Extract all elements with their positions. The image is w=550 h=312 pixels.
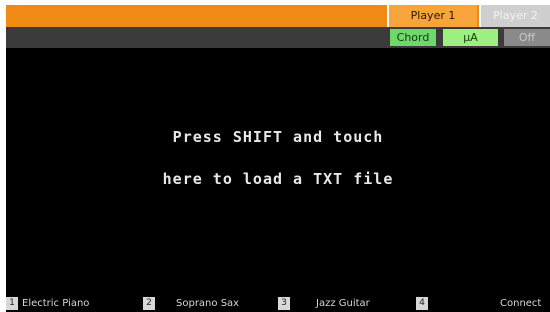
track-name[interactable]: Soprano Sax <box>176 297 239 310</box>
player-2-tab[interactable]: Player 2 <box>479 5 550 27</box>
load-instruction-line-2: here to load a TXT file <box>162 170 394 188</box>
text-display-area[interactable]: Press SHIFT and touch here to load a TXT… <box>6 48 550 294</box>
off-toggle-button[interactable]: Off <box>504 29 550 46</box>
connect-label[interactable]: Connect <box>500 297 541 310</box>
load-instruction-line-1: Press SHIFT and touch <box>172 128 384 146</box>
lyrics-screen: Player 1 Player 2 Chord µA Off Press SHI… <box>0 0 550 312</box>
lyrics-toolbar: Chord µA Off <box>6 27 550 48</box>
hold-toggle-button[interactable]: µA <box>443 29 498 46</box>
track-status-bar: 1 Electric Piano 2 Soprano Sax 3 Jazz Gu… <box>6 294 550 312</box>
player-header-bar: Player 1 Player 2 <box>6 5 550 27</box>
track-number-badge: 3 <box>278 297 290 310</box>
track-name[interactable]: Jazz Guitar <box>316 297 370 310</box>
player-1-tab[interactable]: Player 1 <box>387 5 477 27</box>
chord-toggle-button[interactable]: Chord <box>390 29 436 46</box>
track-number-badge: 2 <box>143 297 155 310</box>
track-name[interactable]: Electric Piano <box>22 297 89 310</box>
track-number-badge: 1 <box>6 297 18 310</box>
track-number-badge: 4 <box>416 297 428 310</box>
